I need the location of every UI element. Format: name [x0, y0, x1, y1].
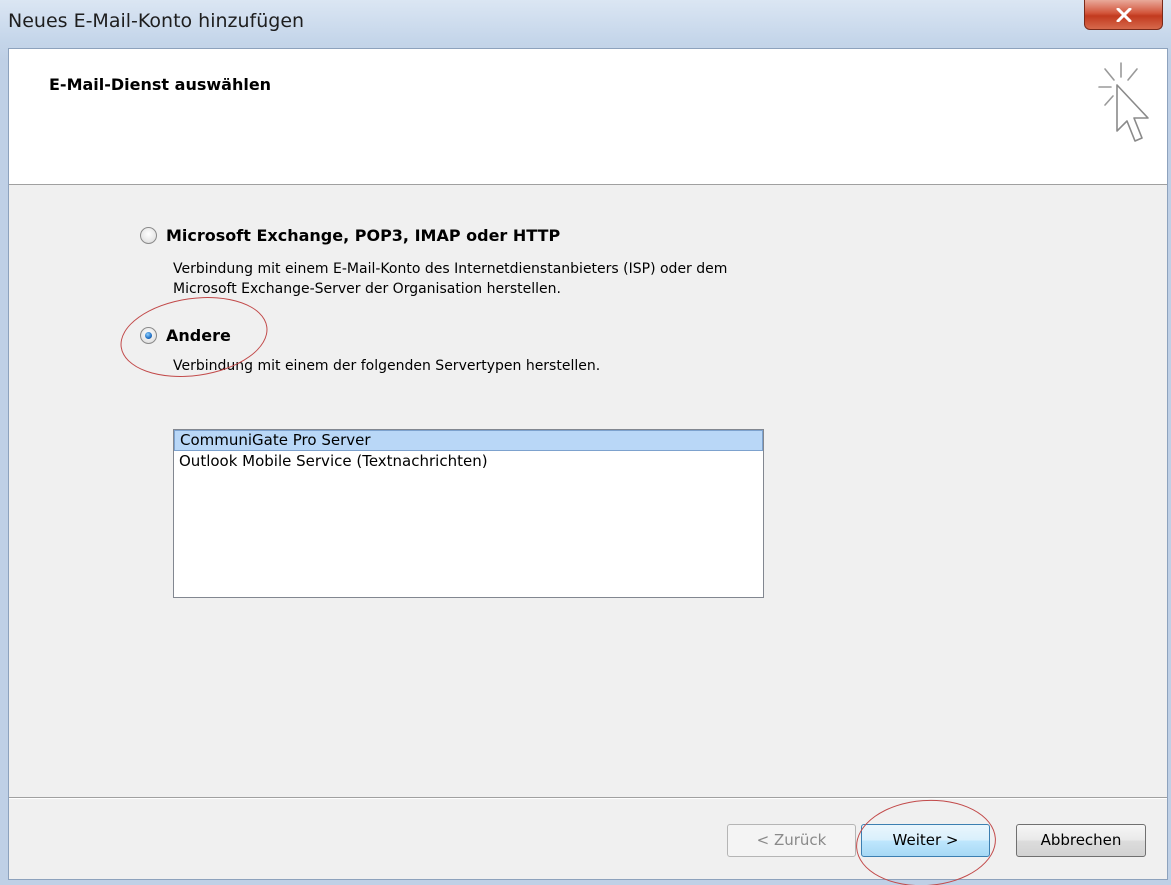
dialog-client-area: E-Mail-Dienst auswählen Microsoft Exchan… — [8, 48, 1168, 880]
exchange-description-line1: Verbindung mit einem E-Mail-Konto des In… — [173, 261, 728, 277]
next-button[interactable]: Weiter > — [861, 824, 990, 857]
wizard-header: E-Mail-Dienst auswählen — [9, 49, 1167, 185]
radio-option-other[interactable]: Andere — [140, 326, 231, 345]
title-bar[interactable]: Neues E-Mail-Konto hinzufügen — [0, 0, 1171, 48]
exchange-description: Verbindung mit einem E-Mail-Konto des In… — [173, 259, 727, 299]
radio-button-exchange[interactable] — [140, 227, 157, 244]
radio-label-other: Andere — [166, 326, 231, 345]
list-item-outlook-mobile[interactable]: Outlook Mobile Service (Textnachrichten) — [174, 451, 763, 472]
exchange-description-line2: Microsoft Exchange-Server der Organisati… — [173, 281, 561, 297]
other-description: Verbindung mit einem der folgenden Serve… — [173, 358, 601, 374]
radio-button-other[interactable] — [140, 327, 157, 344]
radio-label-exchange: Microsoft Exchange, POP3, IMAP oder HTTP — [166, 226, 561, 245]
radio-option-exchange[interactable]: Microsoft Exchange, POP3, IMAP oder HTTP — [140, 226, 560, 245]
page-title: E-Mail-Dienst auswählen — [49, 75, 272, 94]
cancel-button[interactable]: Abbrechen — [1016, 824, 1146, 857]
server-type-listbox[interactable]: CommuniGate Pro Server Outlook Mobile Se… — [173, 429, 764, 598]
wizard-cursor-icon — [1098, 62, 1149, 142]
close-button[interactable] — [1084, 0, 1163, 30]
footer-separator — [9, 797, 1167, 799]
back-button[interactable]: < Zurück — [727, 824, 856, 857]
list-item-communigate[interactable]: CommuniGate Pro Server — [174, 430, 763, 451]
window-title: Neues E-Mail-Konto hinzufügen — [8, 10, 305, 32]
wizard-content: Microsoft Exchange, POP3, IMAP oder HTTP… — [9, 186, 1167, 796]
close-icon — [1116, 7, 1131, 22]
dialog-window: Neues E-Mail-Konto hinzufügen E-Mail-Die… — [0, 0, 1171, 885]
